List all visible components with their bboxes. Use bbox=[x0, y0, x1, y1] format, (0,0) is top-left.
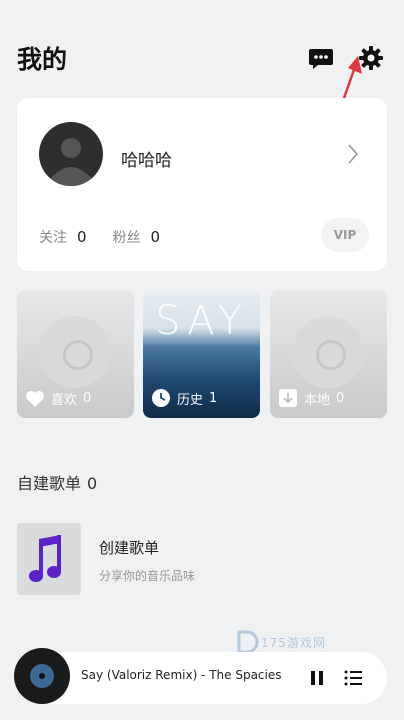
clock-icon bbox=[152, 389, 170, 407]
album-cover-text: SAY bbox=[155, 298, 248, 344]
my-playlists-header: 自建歌单 0 bbox=[17, 470, 97, 494]
section-count: 0 bbox=[87, 474, 98, 493]
tile-liked-count: 0 bbox=[83, 391, 92, 406]
tile-local-label: 本地 bbox=[304, 392, 331, 408]
now-playing-title[interactable]: Say (Valoriz Remix) - The Spacies bbox=[81, 668, 287, 682]
fans-label[interactable]: 粉丝 bbox=[113, 227, 141, 247]
username[interactable]: 哈哈哈 bbox=[121, 146, 172, 171]
create-playlist-button[interactable]: 创建歌单 分享你的音乐品味 bbox=[17, 523, 387, 595]
tile-liked[interactable]: 喜欢 0 bbox=[17, 290, 134, 418]
page-title: 我的 bbox=[17, 45, 68, 74]
disc-placeholder bbox=[39, 316, 111, 388]
follow-stats: 关注 0 粉丝 0 bbox=[39, 227, 186, 247]
playlist-cover bbox=[17, 523, 81, 595]
following-label[interactable]: 关注 bbox=[39, 227, 67, 247]
tile-history-label: 历史 bbox=[177, 392, 204, 408]
user-silhouette-icon bbox=[51, 138, 91, 186]
create-playlist-subtitle: 分享你的音乐品味 bbox=[99, 569, 196, 583]
chevron-right-icon[interactable] bbox=[347, 143, 359, 165]
avatar[interactable] bbox=[39, 122, 103, 186]
vip-button[interactable]: VIP bbox=[321, 218, 369, 252]
following-count[interactable]: 0 bbox=[77, 228, 87, 246]
heart-icon bbox=[26, 390, 44, 407]
album-disc[interactable] bbox=[14, 648, 70, 704]
music-note-icon bbox=[29, 535, 61, 582]
pause-icon[interactable] bbox=[307, 668, 327, 688]
tile-liked-label: 喜欢 bbox=[51, 393, 78, 408]
disc-placeholder bbox=[292, 316, 364, 388]
fans-count[interactable]: 0 bbox=[151, 228, 161, 246]
create-playlist-title: 创建歌单 bbox=[99, 539, 160, 557]
tile-history[interactable]: SAY 历史 1 bbox=[143, 290, 260, 418]
tile-local[interactable]: 本地 0 bbox=[270, 290, 387, 418]
tile-history-count: 1 bbox=[209, 390, 218, 406]
download-icon bbox=[279, 389, 297, 407]
header: 我的 bbox=[0, 0, 404, 173]
tile-local-count: 0 bbox=[336, 390, 345, 406]
mini-player[interactable]: Say (Valoriz Remix) - The Spacies bbox=[17, 652, 387, 704]
playlist-queue-icon[interactable] bbox=[343, 668, 363, 688]
watermark-text: 175游戏网 bbox=[261, 636, 326, 650]
profile-card[interactable]: 哈哈哈 关注 0 粉丝 0 VIP bbox=[17, 98, 387, 271]
section-title: 自建歌单 bbox=[17, 474, 82, 493]
